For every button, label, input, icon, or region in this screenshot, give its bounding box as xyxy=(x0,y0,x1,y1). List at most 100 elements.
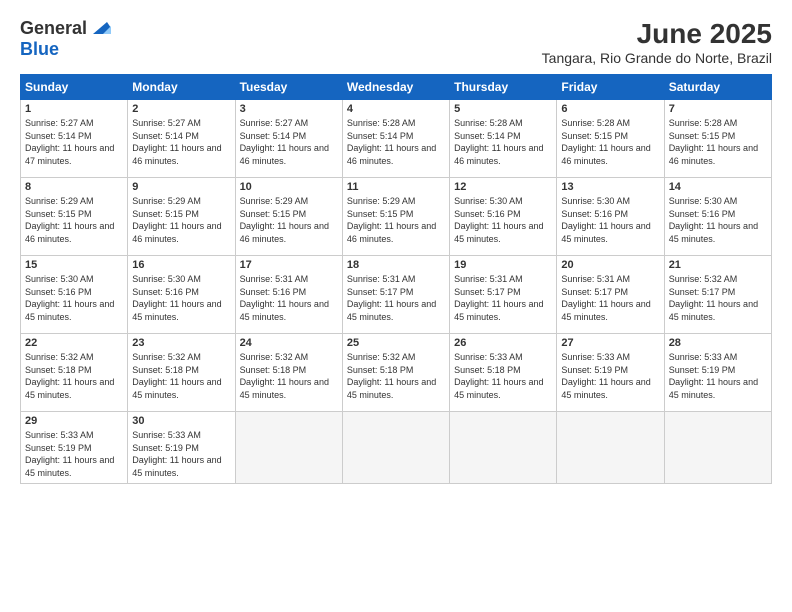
table-row: 6 Sunrise: 5:28 AMSunset: 5:15 PMDayligh… xyxy=(557,100,664,178)
day-number: 25 xyxy=(347,337,445,349)
day-info: Sunrise: 5:33 AMSunset: 5:18 PMDaylight:… xyxy=(454,352,543,400)
day-info: Sunrise: 5:28 AMSunset: 5:14 PMDaylight:… xyxy=(454,118,543,166)
table-row: 14 Sunrise: 5:30 AMSunset: 5:16 PMDaylig… xyxy=(664,178,771,256)
day-number: 11 xyxy=(347,181,445,193)
header: General Blue June 2025 Tangara, Rio Gran… xyxy=(20,18,772,66)
day-number: 26 xyxy=(454,337,552,349)
day-number: 6 xyxy=(561,103,659,115)
day-info: Sunrise: 5:30 AMSunset: 5:16 PMDaylight:… xyxy=(669,196,758,244)
day-number: 1 xyxy=(25,103,123,115)
day-number: 30 xyxy=(132,415,230,427)
table-row: 26 Sunrise: 5:33 AMSunset: 5:18 PMDaylig… xyxy=(450,334,557,412)
table-row: 5 Sunrise: 5:28 AMSunset: 5:14 PMDayligh… xyxy=(450,100,557,178)
day-info: Sunrise: 5:31 AMSunset: 5:17 PMDaylight:… xyxy=(454,274,543,322)
table-row: 9 Sunrise: 5:29 AMSunset: 5:15 PMDayligh… xyxy=(128,178,235,256)
table-row: 20 Sunrise: 5:31 AMSunset: 5:17 PMDaylig… xyxy=(557,256,664,334)
table-row xyxy=(664,412,771,484)
table-row: 18 Sunrise: 5:31 AMSunset: 5:17 PMDaylig… xyxy=(342,256,449,334)
table-row: 7 Sunrise: 5:28 AMSunset: 5:15 PMDayligh… xyxy=(664,100,771,178)
calendar-week-4: 22 Sunrise: 5:32 AMSunset: 5:18 PMDaylig… xyxy=(21,334,772,412)
day-number: 18 xyxy=(347,259,445,271)
day-number: 8 xyxy=(25,181,123,193)
table-row: 21 Sunrise: 5:32 AMSunset: 5:17 PMDaylig… xyxy=(664,256,771,334)
day-number: 19 xyxy=(454,259,552,271)
table-row: 28 Sunrise: 5:33 AMSunset: 5:19 PMDaylig… xyxy=(664,334,771,412)
table-row: 22 Sunrise: 5:32 AMSunset: 5:18 PMDaylig… xyxy=(21,334,128,412)
logo: General Blue xyxy=(20,18,111,60)
day-number: 23 xyxy=(132,337,230,349)
day-info: Sunrise: 5:33 AMSunset: 5:19 PMDaylight:… xyxy=(669,352,758,400)
table-row: 23 Sunrise: 5:32 AMSunset: 5:18 PMDaylig… xyxy=(128,334,235,412)
col-friday: Friday xyxy=(557,75,664,100)
day-info: Sunrise: 5:32 AMSunset: 5:18 PMDaylight:… xyxy=(347,352,436,400)
table-row: 25 Sunrise: 5:32 AMSunset: 5:18 PMDaylig… xyxy=(342,334,449,412)
table-row: 1 Sunrise: 5:27 AMSunset: 5:14 PMDayligh… xyxy=(21,100,128,178)
table-row: 3 Sunrise: 5:27 AMSunset: 5:14 PMDayligh… xyxy=(235,100,342,178)
table-row: 27 Sunrise: 5:33 AMSunset: 5:19 PMDaylig… xyxy=(557,334,664,412)
day-info: Sunrise: 5:27 AMSunset: 5:14 PMDaylight:… xyxy=(240,118,329,166)
table-row: 2 Sunrise: 5:27 AMSunset: 5:14 PMDayligh… xyxy=(128,100,235,178)
table-row: 19 Sunrise: 5:31 AMSunset: 5:17 PMDaylig… xyxy=(450,256,557,334)
table-row: 29 Sunrise: 5:33 AMSunset: 5:19 PMDaylig… xyxy=(21,412,128,484)
day-info: Sunrise: 5:30 AMSunset: 5:16 PMDaylight:… xyxy=(132,274,221,322)
day-info: Sunrise: 5:31 AMSunset: 5:16 PMDaylight:… xyxy=(240,274,329,322)
day-info: Sunrise: 5:29 AMSunset: 5:15 PMDaylight:… xyxy=(25,196,114,244)
logo-blue-text: Blue xyxy=(20,39,59,60)
day-number: 20 xyxy=(561,259,659,271)
day-info: Sunrise: 5:30 AMSunset: 5:16 PMDaylight:… xyxy=(561,196,650,244)
day-number: 2 xyxy=(132,103,230,115)
day-number: 28 xyxy=(669,337,767,349)
day-info: Sunrise: 5:31 AMSunset: 5:17 PMDaylight:… xyxy=(561,274,650,322)
day-number: 17 xyxy=(240,259,338,271)
day-info: Sunrise: 5:33 AMSunset: 5:19 PMDaylight:… xyxy=(561,352,650,400)
day-info: Sunrise: 5:31 AMSunset: 5:17 PMDaylight:… xyxy=(347,274,436,322)
day-info: Sunrise: 5:29 AMSunset: 5:15 PMDaylight:… xyxy=(132,196,221,244)
day-info: Sunrise: 5:33 AMSunset: 5:19 PMDaylight:… xyxy=(25,430,114,478)
day-number: 22 xyxy=(25,337,123,349)
table-row xyxy=(557,412,664,484)
calendar-week-5: 29 Sunrise: 5:33 AMSunset: 5:19 PMDaylig… xyxy=(21,412,772,484)
calendar-week-2: 8 Sunrise: 5:29 AMSunset: 5:15 PMDayligh… xyxy=(21,178,772,256)
col-sunday: Sunday xyxy=(21,75,128,100)
day-number: 5 xyxy=(454,103,552,115)
col-tuesday: Tuesday xyxy=(235,75,342,100)
table-row xyxy=(235,412,342,484)
table-row: 30 Sunrise: 5:33 AMSunset: 5:19 PMDaylig… xyxy=(128,412,235,484)
day-info: Sunrise: 5:33 AMSunset: 5:19 PMDaylight:… xyxy=(132,430,221,478)
day-number: 15 xyxy=(25,259,123,271)
day-number: 3 xyxy=(240,103,338,115)
table-row: 24 Sunrise: 5:32 AMSunset: 5:18 PMDaylig… xyxy=(235,334,342,412)
table-row: 12 Sunrise: 5:30 AMSunset: 5:16 PMDaylig… xyxy=(450,178,557,256)
day-number: 16 xyxy=(132,259,230,271)
table-row: 10 Sunrise: 5:29 AMSunset: 5:15 PMDaylig… xyxy=(235,178,342,256)
day-number: 21 xyxy=(669,259,767,271)
day-number: 13 xyxy=(561,181,659,193)
day-info: Sunrise: 5:32 AMSunset: 5:17 PMDaylight:… xyxy=(669,274,758,322)
day-info: Sunrise: 5:30 AMSunset: 5:16 PMDaylight:… xyxy=(25,274,114,322)
page: General Blue June 2025 Tangara, Rio Gran… xyxy=(0,0,792,612)
table-row xyxy=(450,412,557,484)
day-info: Sunrise: 5:28 AMSunset: 5:14 PMDaylight:… xyxy=(347,118,436,166)
day-number: 14 xyxy=(669,181,767,193)
day-info: Sunrise: 5:27 AMSunset: 5:14 PMDaylight:… xyxy=(25,118,114,166)
day-number: 24 xyxy=(240,337,338,349)
table-row xyxy=(342,412,449,484)
calendar-header-row: Sunday Monday Tuesday Wednesday Thursday… xyxy=(21,75,772,100)
calendar-week-3: 15 Sunrise: 5:30 AMSunset: 5:16 PMDaylig… xyxy=(21,256,772,334)
calendar-week-1: 1 Sunrise: 5:27 AMSunset: 5:14 PMDayligh… xyxy=(21,100,772,178)
day-info: Sunrise: 5:27 AMSunset: 5:14 PMDaylight:… xyxy=(132,118,221,166)
col-saturday: Saturday xyxy=(664,75,771,100)
calendar-table: Sunday Monday Tuesday Wednesday Thursday… xyxy=(20,74,772,484)
table-row: 13 Sunrise: 5:30 AMSunset: 5:16 PMDaylig… xyxy=(557,178,664,256)
day-number: 4 xyxy=(347,103,445,115)
day-number: 29 xyxy=(25,415,123,427)
day-info: Sunrise: 5:32 AMSunset: 5:18 PMDaylight:… xyxy=(240,352,329,400)
title-block: June 2025 Tangara, Rio Grande do Norte, … xyxy=(542,18,772,66)
table-row: 4 Sunrise: 5:28 AMSunset: 5:14 PMDayligh… xyxy=(342,100,449,178)
table-row: 11 Sunrise: 5:29 AMSunset: 5:15 PMDaylig… xyxy=(342,178,449,256)
col-wednesday: Wednesday xyxy=(342,75,449,100)
logo-general-text: General xyxy=(20,18,87,39)
day-info: Sunrise: 5:28 AMSunset: 5:15 PMDaylight:… xyxy=(669,118,758,166)
table-row: 15 Sunrise: 5:30 AMSunset: 5:16 PMDaylig… xyxy=(21,256,128,334)
day-info: Sunrise: 5:28 AMSunset: 5:15 PMDaylight:… xyxy=(561,118,650,166)
